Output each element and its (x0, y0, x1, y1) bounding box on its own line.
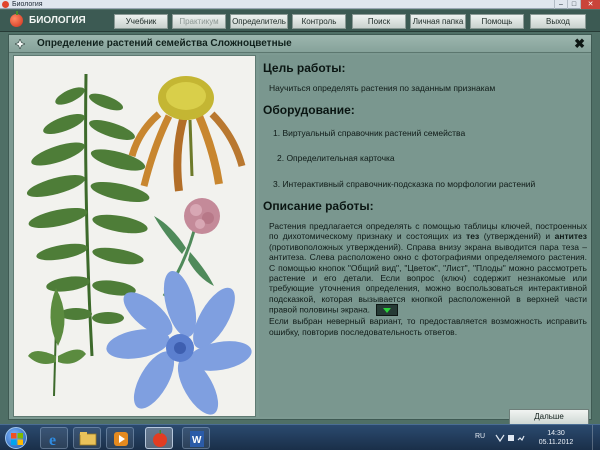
taskbar-word[interactable]: W (182, 427, 210, 449)
antithesis-term: антитез (554, 231, 588, 242)
menu-button-identifier[interactable]: Определитель (230, 14, 288, 29)
description-paragraph: Растения предлагается определять с помощ… (269, 221, 587, 337)
clock[interactable]: 14:30 05.11.2012 (534, 429, 578, 447)
equipment-heading: Оборудование: (263, 103, 355, 117)
minimize-button[interactable]: – (554, 0, 567, 9)
hint-button-icon[interactable] (375, 304, 398, 317)
small-leaf-image (28, 288, 86, 397)
clock-time: 14:30 (547, 430, 565, 437)
taskbar: e W RU 14:30 05.11.2012 (0, 424, 600, 450)
media-player-icon (114, 432, 128, 446)
window-controls: – □ ✕ (554, 0, 600, 9)
app-window-icon (2, 0, 9, 8)
menu-button-exit[interactable]: Выход (530, 14, 586, 29)
goal-text: Научиться определять растения по заданны… (269, 83, 496, 93)
panel-header: Определение растений семейства Сложноцве… (9, 35, 591, 53)
maximize-button[interactable]: □ (567, 0, 580, 9)
clock-date: 05.11.2012 (538, 439, 574, 446)
equipment-item-1: 1. Виртуальный справочник растений семей… (273, 128, 466, 138)
equipment-item-3: 3. Интерактивный справочник-подсказка по… (273, 179, 536, 189)
panel-close-button[interactable]: ✖ (574, 36, 585, 52)
description-area: Цель работы: Научиться определять растен… (259, 55, 591, 425)
plant-collage-image (26, 73, 252, 415)
taskbar-internet-explorer[interactable]: e (40, 427, 68, 449)
panel-title: Определение растений семейства Сложноцве… (37, 38, 292, 49)
taskbar-file-explorer[interactable] (73, 427, 101, 449)
menu-bar: БИОЛОГИЯ Учебник Практикум Определитель … (0, 10, 600, 32)
clover-flower-image (154, 198, 220, 297)
menu-button-personal-folder[interactable]: Личная папка (410, 14, 466, 29)
windows-logo-icon (11, 433, 23, 445)
window-title: Биология (12, 0, 43, 8)
folder-icon (79, 432, 97, 446)
description-heading: Описание работы: (263, 199, 374, 213)
taskbar-biology-app[interactable] (145, 427, 173, 449)
show-desktop-button[interactable] (592, 425, 600, 450)
window-close-button[interactable]: ✕ (580, 0, 600, 9)
description-text-part-2: Если выбран неверный вариант, то предост… (269, 316, 587, 337)
apple-logo-icon (10, 11, 23, 27)
taskbar-media-player[interactable] (106, 427, 134, 449)
app-title: БИОЛОГИЯ (29, 15, 86, 26)
description-text-part: (противоположных утверждений). Справа вн… (269, 241, 587, 315)
goal-heading: Цель работы: (263, 61, 346, 75)
svg-text:e: e (49, 432, 56, 449)
menu-button-practicum[interactable]: Практикум (172, 14, 226, 29)
thesis-term: тез (466, 231, 480, 242)
lab-panel: Определение растений семейства Сложноцве… (8, 34, 592, 425)
start-button[interactable] (5, 427, 27, 449)
menu-button-search[interactable]: Поиск (352, 14, 406, 29)
menu-button-help[interactable]: Помощь (470, 14, 524, 29)
system-tray-icons[interactable] (494, 433, 528, 443)
panel-pin-icon (15, 39, 25, 49)
plant-images-area (13, 55, 256, 417)
equipment-item-2: 2. Определительная карточка (277, 153, 395, 163)
menu-button-textbook[interactable]: Учебник (114, 14, 168, 29)
language-indicator[interactable]: RU (475, 433, 485, 440)
menu-button-control[interactable]: Контроль (292, 14, 346, 29)
description-text-part: (утверждений) и (479, 231, 555, 242)
internet-explorer-icon: e (49, 432, 56, 449)
yellow-flower-image (128, 76, 246, 192)
svg-text:W: W (192, 435, 202, 446)
apple-logo-icon (153, 430, 167, 447)
word-icon: W (190, 431, 204, 447)
window-title-bar: Биология – □ ✕ (0, 0, 600, 9)
next-button[interactable]: Дальше (509, 409, 589, 425)
